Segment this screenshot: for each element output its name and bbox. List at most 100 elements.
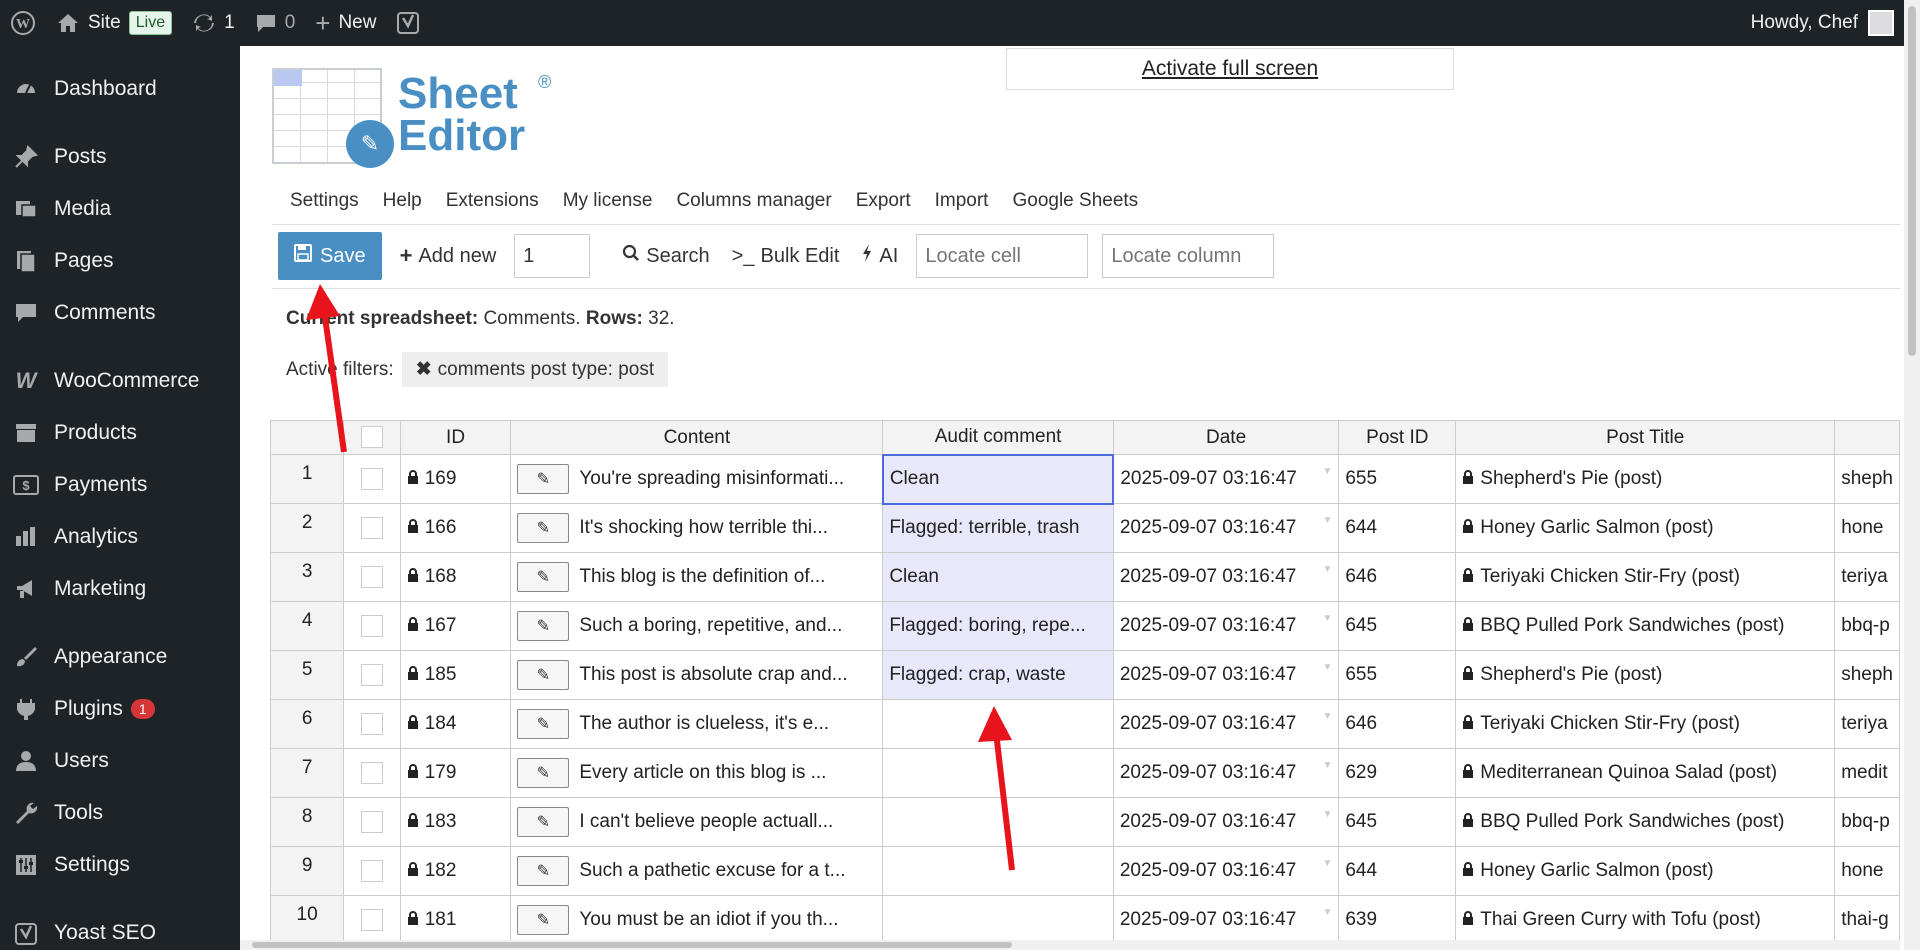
sidebar-item-payments[interactable]: $ Payments	[0, 462, 240, 508]
audit-comment-cell[interactable]: Flagged: crap, waste	[882, 650, 1114, 700]
sidebar-item-products[interactable]: Products	[0, 410, 240, 456]
locate-column-input[interactable]	[1102, 234, 1275, 278]
post-id-cell[interactable]: 655	[1338, 650, 1457, 700]
row-select-cell[interactable]	[343, 846, 401, 896]
row-checkbox[interactable]	[360, 810, 383, 833]
row-number[interactable]: 2	[269, 503, 345, 553]
row-select-cell[interactable]	[343, 895, 401, 945]
date-cell[interactable]: 2025-09-07 03:16:47 ▼	[1112, 699, 1340, 749]
audit-comment-cell[interactable]	[882, 797, 1114, 847]
column-header-content[interactable]: Content	[510, 420, 884, 455]
post-id-cell[interactable]: 655	[1338, 454, 1457, 504]
post-title-cell[interactable]: Thai Green Curry with Tofu (post)	[1455, 895, 1836, 945]
sidebar-item-plugins[interactable]: Plugins 1	[0, 686, 240, 732]
row-select-cell[interactable]	[343, 797, 401, 847]
row-number[interactable]: 6	[269, 699, 345, 749]
sidebar-item-users[interactable]: Users	[0, 738, 240, 784]
ai-button[interactable]: AI	[857, 243, 902, 269]
id-cell[interactable]: 181	[399, 895, 512, 945]
slug-cell[interactable]: hone	[1834, 846, 1900, 896]
row-number[interactable]: 10	[269, 895, 345, 945]
sidebar-item-pages[interactable]: Pages	[0, 238, 240, 284]
date-cell[interactable]: 2025-09-07 03:16:47 ▼	[1112, 650, 1340, 700]
post-title-cell[interactable]: Mediterranean Quinoa Salad (post)	[1455, 748, 1836, 798]
content-cell[interactable]: ✎ It's shocking how terrible thi...	[510, 503, 884, 553]
content-cell[interactable]: ✎ This blog is the definition of...	[510, 552, 884, 602]
post-title-cell[interactable]: BBQ Pulled Pork Sandwiches (post)	[1455, 601, 1836, 651]
slug-cell[interactable]: hone	[1834, 503, 1900, 553]
post-id-cell[interactable]: 644	[1338, 503, 1457, 553]
edit-content-button[interactable]: ✎	[517, 562, 570, 592]
column-header-date[interactable]: Date	[1112, 420, 1340, 455]
post-title-cell[interactable]: BBQ Pulled Pork Sandwiches (post)	[1455, 797, 1836, 847]
filter-chip[interactable]: ✖ comments post type: post	[401, 352, 669, 387]
id-cell[interactable]: 183	[399, 797, 512, 847]
id-cell[interactable]: 179	[399, 748, 512, 798]
remove-filter-icon[interactable]: ✖	[416, 358, 432, 381]
slug-cell[interactable]: teriya	[1834, 552, 1900, 602]
sidebar-item-comments[interactable]: Comments	[0, 290, 240, 336]
row-select-cell[interactable]	[343, 699, 401, 749]
post-title-cell[interactable]: Shepherd's Pie (post)	[1455, 650, 1836, 700]
post-id-cell[interactable]: 645	[1338, 601, 1457, 651]
sidebar-item-settings[interactable]: Settings	[0, 842, 240, 888]
add-new-quantity-input[interactable]	[514, 234, 591, 278]
row-checkbox[interactable]	[360, 908, 383, 931]
comments-menu[interactable]: 0	[245, 0, 306, 46]
row-checkbox[interactable]	[360, 663, 383, 686]
column-header-post-id[interactable]: Post ID	[1338, 420, 1457, 455]
post-id-cell[interactable]: 644	[1338, 846, 1457, 896]
content-cell[interactable]: ✎ Every article on this blog is ...	[510, 748, 884, 798]
wordpress-logo[interactable]: W	[0, 0, 46, 46]
vertical-scroll-thumb[interactable]	[1908, 6, 1916, 356]
date-cell[interactable]: 2025-09-07 03:16:47 ▼	[1112, 552, 1340, 602]
id-cell[interactable]: 185	[399, 650, 512, 700]
row-checkbox[interactable]	[360, 614, 383, 637]
row-select-cell[interactable]	[343, 454, 401, 504]
edit-content-button[interactable]: ✎	[517, 611, 570, 641]
post-id-cell[interactable]: 629	[1338, 748, 1457, 798]
my-account[interactable]: Howdy, Chef	[1751, 10, 1894, 36]
audit-comment-cell[interactable]: Clean	[881, 453, 1115, 505]
tab-columns-manager[interactable]: Columns manager	[676, 190, 831, 212]
select-all-header[interactable]	[343, 420, 401, 455]
edit-content-button[interactable]: ✎	[517, 807, 570, 837]
content-cell[interactable]: ✎ The author is clueless, it's e...	[510, 699, 884, 749]
row-number[interactable]: 4	[269, 601, 345, 651]
sidebar-item-tools[interactable]: Tools	[0, 790, 240, 836]
id-cell[interactable]: 167	[399, 601, 512, 651]
edit-content-button[interactable]: ✎	[517, 709, 570, 739]
edit-content-button[interactable]: ✎	[517, 513, 570, 543]
date-cell[interactable]: 2025-09-07 03:16:47 ▼	[1112, 454, 1340, 504]
tab-help[interactable]: Help	[383, 190, 422, 212]
column-header-id[interactable]: ID	[399, 420, 512, 455]
add-new-button[interactable]: + Add new	[396, 243, 501, 269]
column-header-audit-comment[interactable]: Audit comment	[882, 420, 1114, 455]
row-select-cell[interactable]	[343, 748, 401, 798]
id-cell[interactable]: 182	[399, 846, 512, 896]
audit-comment-cell[interactable]	[882, 895, 1114, 945]
yoast-menu[interactable]	[386, 0, 430, 46]
content-cell[interactable]: ✎ This post is absolute crap and...	[510, 650, 884, 700]
sidebar-item-dashboard[interactable]: Dashboard	[0, 66, 240, 112]
content-cell[interactable]: ✎ You must be an idiot if you th...	[510, 895, 884, 945]
slug-cell[interactable]: teriya	[1834, 699, 1900, 749]
tab-my-license[interactable]: My license	[563, 190, 653, 212]
row-checkbox[interactable]	[360, 565, 383, 588]
sidebar-item-appearance[interactable]: Appearance	[0, 634, 240, 680]
id-cell[interactable]: 166	[399, 503, 512, 553]
row-select-cell[interactable]	[343, 601, 401, 651]
id-cell[interactable]: 169	[399, 454, 512, 504]
select-all-checkbox[interactable]	[360, 426, 383, 449]
row-number[interactable]: 3	[269, 552, 345, 602]
tab-import[interactable]: Import	[935, 190, 989, 212]
post-title-cell[interactable]: Honey Garlic Salmon (post)	[1455, 503, 1836, 553]
tab-settings[interactable]: Settings	[290, 190, 359, 212]
audit-comment-cell[interactable]: Clean	[882, 552, 1114, 602]
post-title-cell[interactable]: Shepherd's Pie (post)	[1455, 454, 1836, 504]
edit-content-button[interactable]: ✎	[517, 464, 570, 494]
row-number[interactable]: 5	[269, 650, 345, 700]
content-cell[interactable]: ✎ Such a boring, repetitive, and...	[510, 601, 884, 651]
sidebar-item-analytics[interactable]: Analytics	[0, 514, 240, 560]
site-menu[interactable]: Site Live	[46, 0, 182, 46]
